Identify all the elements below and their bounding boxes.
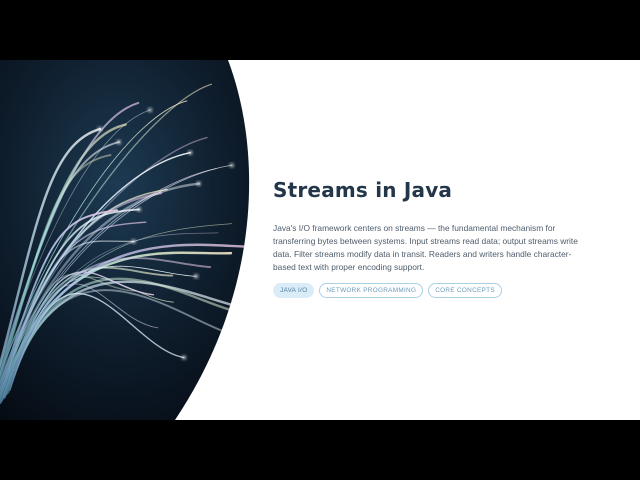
content-panel: Streams in Java Java's I/O framework cen…	[273, 178, 593, 298]
fiber-tip-glow	[98, 127, 102, 131]
fiber-tip-glow	[117, 140, 121, 144]
fiber-tip-glow	[230, 163, 234, 168]
fiber-tip-glow	[197, 181, 201, 186]
fiber-tip-glow	[254, 308, 258, 312]
fiber-optic-image	[0, 60, 258, 420]
fiber-tip-glow	[137, 207, 141, 212]
tag-core-concepts[interactable]: CORE CONCEPTS	[428, 283, 502, 298]
letterbox-bottom	[0, 420, 640, 480]
slide-description: Java's I/O framework centers on streams …	[273, 223, 578, 272]
tag-list: JAVA I/O NETWORK PROGRAMMING CORE CONCEP…	[273, 283, 593, 298]
fiber-tip-glow	[148, 108, 152, 112]
slide-title: Streams in Java	[273, 178, 453, 202]
letterbox-top	[0, 0, 640, 60]
fiber-tip-glow	[188, 150, 192, 155]
fiber-tip-glow	[131, 239, 136, 244]
fiber-tip-glow	[243, 335, 247, 339]
tag-network-programming[interactable]: NETWORK PROGRAMMING	[319, 283, 424, 298]
slide: Streams in Java Java's I/O framework cen…	[0, 60, 640, 420]
fiber-tip-glow	[194, 274, 198, 278]
fiber-tip-glow	[182, 355, 186, 360]
tag-java-io[interactable]: JAVA I/O	[273, 283, 315, 298]
